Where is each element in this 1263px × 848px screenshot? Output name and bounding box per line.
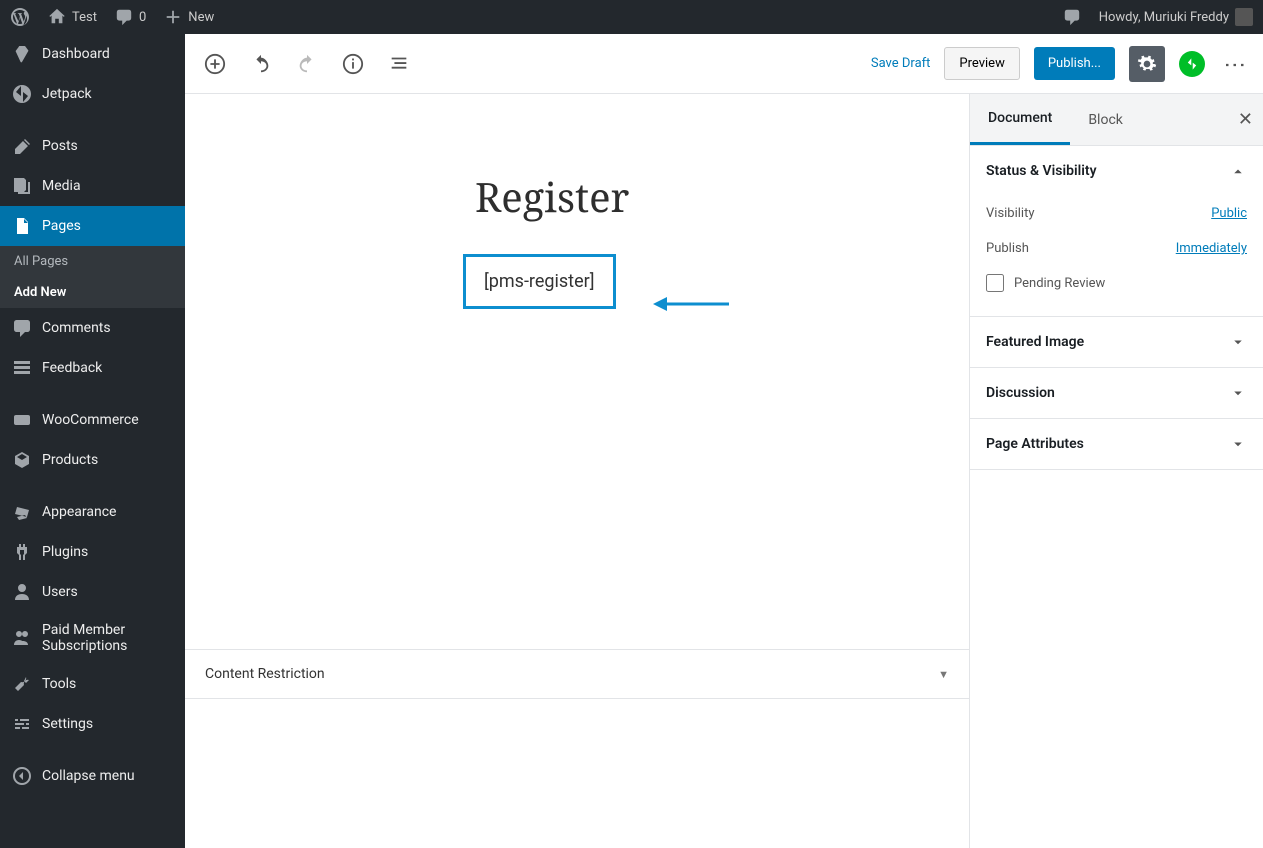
sidebar-item-settings[interactable]: Settings	[0, 704, 185, 744]
save-draft-button[interactable]: Save Draft	[871, 56, 931, 71]
comments-count: 0	[139, 10, 146, 25]
editor-toolbar: Save Draft Preview Publish... ⋮	[185, 34, 1263, 94]
sidebar-item-media[interactable]: Media	[0, 166, 185, 206]
close-sidebar-button[interactable]: ✕	[1238, 109, 1253, 130]
sidebar-sub-all-pages[interactable]: All Pages	[0, 246, 185, 277]
page-title[interactable]: Register	[475, 169, 969, 224]
sidebar-item-feedback[interactable]: Feedback	[0, 348, 185, 388]
sidebar-item-tools[interactable]: Tools	[0, 664, 185, 704]
editor-canvas[interactable]: Register [pms-register] G Content Restri…	[185, 94, 969, 848]
tab-block[interactable]: Block	[1070, 96, 1141, 144]
sidebar-item-jetpack[interactable]: Jetpack	[0, 74, 185, 114]
metabox-content-restriction[interactable]: Content Restriction ▼	[185, 650, 969, 699]
admin-bar: Test 0 New Howdy, Muriuki Freddy	[0, 0, 1263, 34]
publish-button[interactable]: Publish...	[1034, 47, 1115, 80]
sidebar-item-dashboard[interactable]: Dashboard	[0, 34, 185, 74]
admin-sidebar: Dashboard Jetpack Posts Media Pages All …	[0, 34, 185, 848]
outline-button[interactable]	[383, 48, 415, 80]
visibility-value[interactable]: Public	[1211, 206, 1247, 221]
sidebar-item-pms[interactable]: Paid Member Subscriptions	[0, 612, 185, 664]
publish-label: Publish	[986, 241, 1029, 256]
sidebar-item-comments[interactable]: Comments	[0, 308, 185, 348]
site-name: Test	[72, 10, 97, 25]
visibility-label: Visibility	[986, 206, 1035, 221]
notification-icon[interactable]	[1063, 8, 1081, 26]
annotation-arrow	[653, 293, 729, 315]
new-link[interactable]: New	[164, 8, 214, 26]
more-options-button[interactable]: ⋮	[1219, 54, 1249, 74]
user-greeting[interactable]: Howdy, Muriuki Freddy	[1099, 8, 1253, 26]
avatar	[1235, 8, 1253, 26]
redo-button[interactable]	[291, 48, 323, 80]
sidebar-item-users[interactable]: Users	[0, 572, 185, 612]
wordpress-logo[interactable]	[10, 7, 30, 27]
sidebar-item-posts[interactable]: Posts	[0, 126, 185, 166]
panel-page-attributes[interactable]: Page Attributes	[970, 419, 1263, 469]
panel-discussion[interactable]: Discussion	[970, 368, 1263, 418]
sidebar-sub-add-new[interactable]: Add New	[0, 277, 185, 308]
comments-link[interactable]: 0	[115, 8, 146, 26]
sidebar-item-plugins[interactable]: Plugins	[0, 532, 185, 572]
shortcode-block[interactable]: [pms-register]	[463, 254, 616, 309]
site-home-link[interactable]: Test	[48, 8, 97, 26]
tab-document[interactable]: Document	[970, 94, 1070, 145]
panel-featured-image[interactable]: Featured Image	[970, 317, 1263, 367]
sidebar-item-pages[interactable]: Pages	[0, 206, 185, 246]
preview-button[interactable]: Preview	[944, 47, 1019, 80]
undo-button[interactable]	[245, 48, 277, 80]
sidebar-item-products[interactable]: Products	[0, 440, 185, 480]
panel-status-visibility[interactable]: Status & Visibility	[970, 146, 1263, 196]
pending-review-checkbox[interactable]	[986, 274, 1004, 292]
settings-sidebar: Document Block ✕ Status & Visibility Vis…	[969, 94, 1263, 848]
chevron-down-icon: ▼	[938, 668, 949, 681]
sidebar-item-collapse[interactable]: Collapse menu	[0, 756, 185, 796]
info-button[interactable]	[337, 48, 369, 80]
jetpack-button[interactable]	[1179, 51, 1205, 77]
sidebar-item-woocommerce[interactable]: WooCommerce	[0, 400, 185, 440]
sidebar-item-appearance[interactable]: Appearance	[0, 492, 185, 532]
publish-value[interactable]: Immediately	[1176, 241, 1247, 256]
new-label: New	[188, 10, 214, 25]
add-block-button[interactable]	[199, 48, 231, 80]
pending-review-label: Pending Review	[1014, 276, 1105, 291]
settings-button[interactable]	[1129, 46, 1165, 82]
